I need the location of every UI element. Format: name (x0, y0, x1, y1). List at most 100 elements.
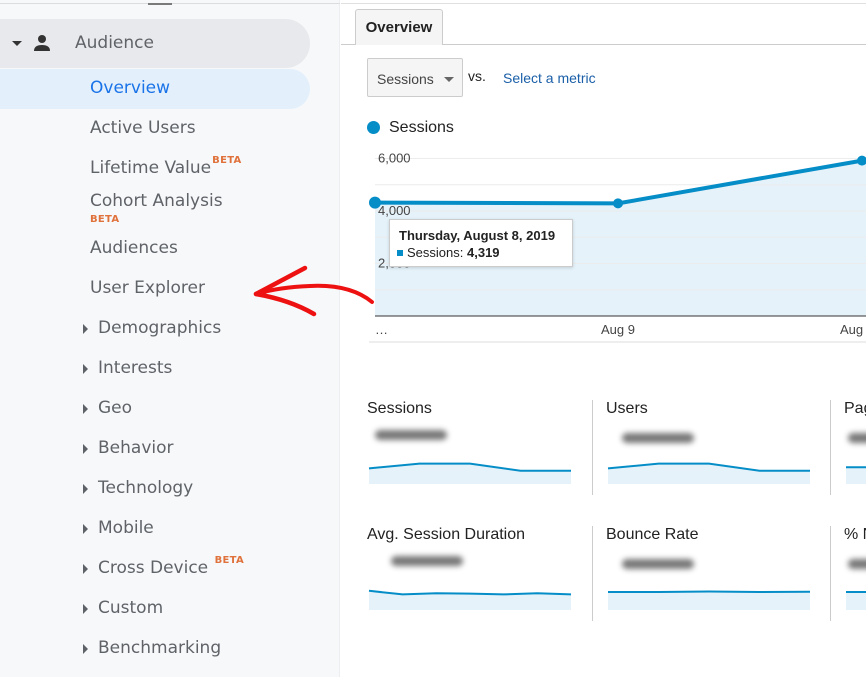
sparkline-area (608, 463, 810, 484)
chart-tooltip: Thursday, August 8, 2019 Sessions: 4,319 (389, 219, 573, 267)
sidebar-item-cohort-analysis[interactable]: Cohort Analysis BETA (0, 182, 310, 226)
sidebar-item-demographics[interactable]: Demographics (0, 309, 310, 349)
sparkline-line (368, 589, 572, 596)
sparkline (607, 462, 810, 484)
card-divider (592, 400, 593, 495)
sidebar-item-label: Geo (98, 398, 133, 418)
caret-right-icon (83, 604, 88, 614)
data-point (613, 198, 623, 209)
y-tick-label: 4,000 (378, 203, 411, 218)
sidebar-item-label-wrap: Lifetime ValueBETA (90, 155, 242, 178)
vs-label: vs. (468, 68, 486, 84)
legend-label: Sessions (389, 119, 454, 136)
sparkline-area (369, 463, 571, 484)
sidebar-item-behavior[interactable]: Behavior (0, 429, 310, 469)
metric-card-bounce-rate[interactable]: Bounce Rate (600, 526, 825, 636)
metric-card-users[interactable]: Users (600, 400, 825, 510)
caret-right-icon (83, 364, 88, 374)
sidebar-item-mobile[interactable]: Mobile (0, 509, 310, 549)
metric-card-title: % N (844, 526, 866, 543)
caret-down-icon (12, 41, 22, 46)
tooltip-value: 4,319 (467, 245, 500, 260)
sidebar-item-label: Active Users (90, 118, 196, 138)
sidebar-section-audience[interactable]: Audience (0, 19, 310, 68)
sidebar: Audience Overview Active Users Lifetime … (0, 0, 340, 677)
card-divider (830, 400, 831, 495)
sparkline (368, 589, 572, 610)
metric-card-title: Pag (844, 400, 866, 417)
x-tick-label: Aug 9 (601, 322, 635, 337)
caret-right-icon (83, 524, 88, 534)
sidebar-section-label: Audience (75, 33, 154, 53)
legend-dot-icon (367, 121, 380, 134)
sparkline (846, 591, 866, 610)
tooltip-series-label: Sessions: (407, 245, 464, 260)
sidebar-item-cross-device[interactable]: Cross Device BETA (0, 549, 310, 589)
metric-card-title: Sessions (367, 400, 432, 417)
caret-right-icon (83, 324, 88, 334)
caret-right-icon (83, 564, 88, 574)
caret-right-icon (83, 404, 88, 414)
sparkline (608, 590, 811, 610)
sidebar-item-interests[interactable]: Interests (0, 349, 310, 389)
sidebar-item-label: Technology (98, 478, 194, 498)
sidebar-item-label: Overview (90, 78, 171, 98)
caret-right-icon (83, 484, 88, 494)
tab-overview[interactable]: Overview (355, 9, 443, 45)
sidebar-item-label: Lifetime Value (90, 158, 212, 178)
card-divider (830, 526, 831, 621)
sparkline (368, 462, 571, 484)
sidebar-item-active-users[interactable]: Active Users (0, 109, 310, 149)
beta-badge: BETA (90, 214, 120, 225)
sidebar-item-audiences[interactable]: Audiences (0, 229, 310, 269)
sidebar-item-label: Behavior (98, 438, 174, 458)
sidebar-item-label: Demographics (98, 318, 222, 338)
y-tick-label: 6,000 (378, 151, 411, 166)
sidebar-item-geo[interactable]: Geo (0, 389, 310, 429)
sidebar-item-technology[interactable]: Technology (0, 469, 310, 509)
metric-card-new-sessions[interactable]: % N (838, 526, 866, 636)
caret-right-icon (83, 444, 88, 454)
sidebar-item-label: Cross Device (98, 558, 209, 578)
sidebar-item-label: Audiences (90, 238, 178, 258)
sparkline-area (608, 591, 810, 610)
metric-card-pageviews[interactable]: Pag (838, 400, 866, 510)
person-icon (34, 35, 50, 51)
sidebar-item-benchmarking[interactable]: Benchmarking (0, 629, 310, 669)
caret-right-icon (83, 644, 88, 654)
sidebar-item-user-explorer[interactable]: User Explorer (0, 269, 310, 309)
beta-badge: BETA (212, 155, 242, 166)
data-point (369, 196, 381, 209)
select-metric-link[interactable]: Select a metric (503, 70, 596, 86)
metric-select-value: Sessions (377, 71, 434, 87)
sidebar-item-custom[interactable]: Custom (0, 589, 310, 629)
sparkline-area (846, 467, 866, 484)
x-tick-label: Aug (840, 322, 863, 337)
sidebar-item-label: Mobile (98, 518, 154, 538)
sidebar-scroll-handle[interactable] (148, 3, 172, 5)
main-panel: Overview Sessions vs. Select a metric Se… (341, 0, 866, 677)
sidebar-item-label: Custom (98, 598, 164, 618)
tooltip-row: Sessions: 4,319 (397, 245, 500, 260)
x-tick-label: … (375, 322, 388, 337)
sidebar-item-label: Cohort Analysis (90, 191, 223, 211)
metric-select[interactable]: Sessions (367, 58, 463, 97)
main-top-divider (341, 3, 866, 4)
sparkline (846, 466, 866, 484)
tooltip-title: Thursday, August 8, 2019 (399, 228, 556, 243)
metric-card-sessions[interactable]: Sessions (361, 400, 586, 510)
sidebar-item-label: Interests (98, 358, 173, 378)
series-square-icon (397, 249, 403, 256)
sidebar-item-label: Benchmarking (98, 638, 222, 658)
sidebar-item-label-wrap: Cross Device BETA (98, 555, 244, 578)
card-divider (592, 526, 593, 621)
dropdown-arrow-icon (444, 77, 454, 82)
metric-card-title: Avg. Session Duration (367, 526, 526, 543)
metric-card-avg-session-duration[interactable]: Avg. Session Duration (361, 526, 586, 636)
sidebar-item-label: User Explorer (90, 278, 205, 298)
metric-card-title: Bounce Rate (606, 526, 699, 543)
sparkline-area (846, 592, 866, 610)
metric-card-title: Users (606, 400, 648, 417)
beta-badge: BETA (214, 555, 244, 566)
sidebar-item-overview[interactable]: Overview (0, 69, 310, 109)
